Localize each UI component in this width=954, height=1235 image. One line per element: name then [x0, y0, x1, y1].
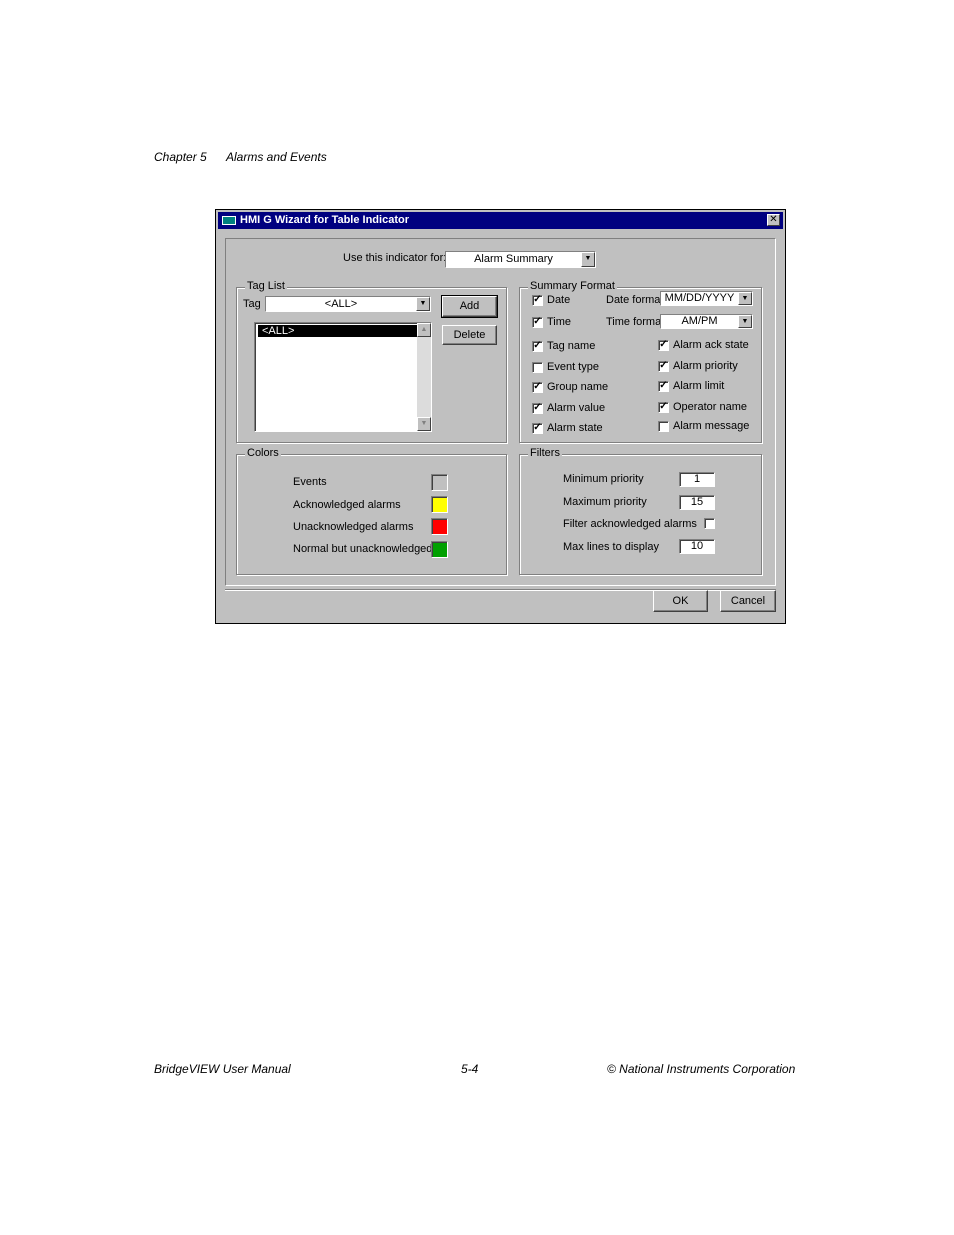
alarm-limit-checkbox-box[interactable]: ✓ — [658, 381, 669, 392]
alarm-state-checkbox-box[interactable]: ✓ — [532, 423, 543, 434]
listbox-scrollbar[interactable]: ▲ ▼ — [417, 323, 431, 431]
unack-alarms-color-swatch[interactable] — [431, 518, 448, 535]
time-format-label: Time format — [606, 316, 665, 328]
time-checkbox[interactable]: ✓ Time — [532, 316, 571, 329]
tag-listbox[interactable]: <ALL> ▲ ▼ — [254, 322, 432, 432]
max-priority-field[interactable]: 15 — [679, 495, 715, 510]
alarm-value-label: Alarm value — [547, 402, 606, 414]
max-lines-field[interactable]: 10 — [679, 539, 715, 554]
delete-button[interactable]: Delete — [442, 325, 497, 345]
events-color-label: Events — [293, 476, 327, 488]
footer-right: © National Instruments Corporation — [607, 1062, 796, 1076]
filter-ack-checkbox[interactable] — [704, 518, 715, 529]
alarm-message-checkbox[interactable]: Alarm message — [658, 420, 749, 433]
ack-alarms-color-label: Acknowledged alarms — [293, 499, 401, 511]
alarm-ack-state-checkbox[interactable]: ✓ Alarm ack state — [658, 339, 749, 352]
time-format-value: AM/PM — [681, 315, 718, 327]
unack-alarms-color-label: Unacknowledged alarms — [293, 521, 414, 533]
alarm-value-checkbox-box[interactable]: ✓ — [532, 403, 543, 414]
date-checkbox-box[interactable]: ✓ — [532, 295, 543, 306]
colors-group: Colors — [236, 447, 507, 575]
alarm-priority-checkbox[interactable]: ✓ Alarm priority — [658, 360, 738, 373]
page-header: Chapter 5 Alarms and Events — [154, 150, 327, 164]
time-label: Time — [547, 316, 572, 328]
date-label: Date — [547, 294, 571, 306]
alarm-message-label: Alarm message — [673, 420, 750, 432]
footer-left: BridgeVIEW User Manual — [154, 1062, 291, 1076]
scroll-down-icon[interactable]: ▼ — [417, 417, 431, 431]
add-button[interactable]: Add — [441, 295, 498, 318]
event-type-checkbox[interactable]: Event type — [532, 361, 599, 374]
group-name-checkbox-box[interactable]: ✓ — [532, 382, 543, 393]
title-bar[interactable]: HMI G Wizard for Table Indicator ✕ — [218, 212, 783, 229]
tag-dropdown[interactable]: <ALL> ▼ — [265, 296, 431, 312]
date-format-label: Date format — [606, 294, 664, 306]
close-button[interactable]: ✕ — [767, 214, 780, 226]
ack-alarms-color-swatch[interactable] — [431, 496, 448, 513]
date-format-value: MM/DD/YYYY — [664, 292, 735, 304]
tag-value: <ALL> — [324, 298, 358, 310]
date-format-dropdown[interactable]: MM/DD/YYYY ▼ — [660, 291, 753, 306]
cancel-button[interactable]: Cancel — [720, 590, 776, 612]
list-item[interactable]: <ALL> — [258, 325, 418, 337]
normal-unack-color-label: Normal but unacknowledged — [293, 543, 433, 555]
tag-name-label: Tag name — [547, 340, 596, 352]
operator-name-checkbox[interactable]: ✓ Operator name — [658, 401, 747, 414]
min-priority-label: Minimum priority — [563, 473, 644, 485]
tag-list-title: Tag List — [245, 280, 287, 292]
chevron-down-icon[interactable]: ▼ — [738, 292, 752, 305]
chevron-down-icon[interactable]: ▼ — [738, 315, 752, 328]
colors-title: Colors — [245, 447, 281, 459]
alarm-limit-label: Alarm limit — [673, 380, 725, 392]
normal-unack-color-swatch[interactable] — [431, 541, 448, 558]
group-name-checkbox[interactable]: ✓ Group name — [532, 381, 608, 394]
operator-name-label: Operator name — [673, 401, 747, 413]
time-checkbox-box[interactable]: ✓ — [532, 317, 543, 328]
scroll-up-icon[interactable]: ▲ — [417, 323, 431, 337]
use-for-dropdown[interactable]: Alarm Summary ▼ — [445, 251, 596, 268]
date-checkbox[interactable]: ✓ Date — [532, 294, 570, 307]
tag-label: Tag — [243, 298, 261, 310]
alarm-ack-state-label: Alarm ack state — [673, 339, 749, 351]
use-for-label: Use this indicator for: — [343, 252, 447, 264]
footer-page-number: 5-4 — [461, 1062, 479, 1076]
header-chapter: Chapter 5 — [154, 150, 207, 164]
dialog-content: Use this indicator for: Alarm Summary ▼ … — [225, 238, 776, 586]
alarm-ack-state-checkbox-box[interactable]: ✓ — [658, 340, 669, 351]
alarm-priority-checkbox-box[interactable]: ✓ — [658, 361, 669, 372]
time-format-dropdown[interactable]: AM/PM ▼ — [660, 314, 753, 329]
chevron-down-icon[interactable]: ▼ — [416, 297, 430, 311]
summary-format-title: Summary Format — [528, 280, 617, 292]
ok-button[interactable]: OK — [653, 590, 708, 612]
tag-name-checkbox-box[interactable]: ✓ — [532, 341, 543, 352]
chevron-down-icon[interactable]: ▼ — [581, 252, 595, 267]
max-priority-label: Maximum priority — [563, 496, 647, 508]
use-for-value: Alarm Summary — [474, 253, 553, 265]
event-type-checkbox-box[interactable] — [532, 362, 543, 373]
operator-name-checkbox-box[interactable]: ✓ — [658, 402, 669, 413]
alarm-value-checkbox[interactable]: ✓ Alarm value — [532, 402, 605, 415]
filter-ack-label: Filter acknowledged alarms — [563, 518, 697, 530]
app-icon — [222, 216, 236, 225]
max-lines-label: Max lines to display — [563, 541, 659, 553]
alarm-message-checkbox-box[interactable] — [658, 421, 669, 432]
min-priority-field[interactable]: 1 — [679, 472, 715, 487]
event-type-label: Event type — [547, 361, 599, 373]
dialog-title: HMI G Wizard for Table Indicator — [240, 214, 409, 226]
filters-title: Filters — [528, 447, 562, 459]
events-color-swatch[interactable] — [431, 474, 448, 491]
alarm-state-checkbox[interactable]: ✓ Alarm state — [532, 422, 603, 435]
close-icon: ✕ — [769, 214, 778, 225]
wizard-dialog: HMI G Wizard for Table Indicator ✕ Use t… — [215, 209, 786, 624]
header-title: Alarms and Events — [226, 150, 327, 164]
tag-name-checkbox[interactable]: ✓ Tag name — [532, 340, 595, 353]
group-name-label: Group name — [547, 381, 609, 393]
alarm-priority-label: Alarm priority — [673, 360, 738, 372]
alarm-state-label: Alarm state — [547, 422, 603, 434]
alarm-limit-checkbox[interactable]: ✓ Alarm limit — [658, 380, 724, 393]
